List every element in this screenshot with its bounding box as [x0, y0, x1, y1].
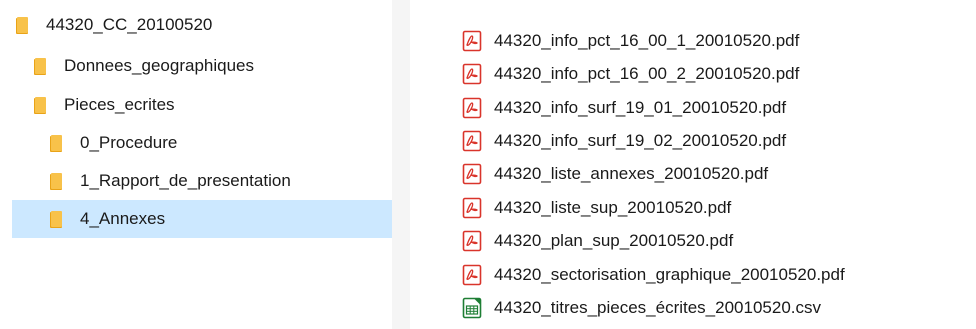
- file-name: 44320_titres_pieces_écrites_20010520.csv: [494, 298, 822, 317]
- pdf-file-icon: [462, 30, 482, 52]
- tree-item-label: 4_Annexes: [80, 209, 166, 228]
- file-row[interactable]: 44320_info_surf_19_01_20010520.pdf: [462, 92, 786, 124]
- file-row[interactable]: 44320_info_pct_16_00_2_20010520.pdf: [462, 58, 799, 90]
- file-name: 44320_info_pct_16_00_1_20010520.pdf: [494, 31, 800, 50]
- file-name: 44320_info_surf_19_01_20010520.pdf: [494, 98, 787, 117]
- pdf-file-icon: [462, 130, 482, 152]
- tree-item-label: Pieces_ecrites: [64, 95, 175, 114]
- file-name: 44320_liste_annexes_20010520.pdf: [494, 164, 769, 183]
- folder-icon: [48, 208, 64, 230]
- file-name: 44320_info_pct_16_00_2_20010520.pdf: [494, 64, 800, 83]
- file-row[interactable]: 44320_plan_sup_20010520.pdf: [462, 225, 733, 257]
- pdf-file-icon: [462, 97, 482, 119]
- folder-icon: [32, 94, 48, 116]
- tree-item-4-annexes[interactable]: 4_Annexes: [12, 200, 396, 238]
- tree-item-label: 44320_CC_20100520: [46, 15, 213, 34]
- pdf-file-icon: [462, 197, 482, 219]
- tree-item-label: 1_Rapport_de_presentation: [80, 171, 291, 190]
- pdf-file-icon: [462, 63, 482, 85]
- file-row[interactable]: 44320_sectorisation_graphique_20010520.p…: [462, 259, 845, 291]
- file-row[interactable]: 44320_liste_annexes_20010520.pdf: [462, 158, 768, 190]
- tree-item-donnees-geographiques[interactable]: Donnees_geographiques: [0, 47, 392, 85]
- navigation-pane: 44320_CC_20100520 Donnees_geographiques …: [0, 0, 396, 329]
- file-name: 44320_sectorisation_graphique_20010520.p…: [494, 265, 845, 284]
- file-name: 44320_plan_sup_20010520.pdf: [494, 231, 734, 250]
- file-row[interactable]: 44320_info_pct_16_00_1_20010520.pdf: [462, 25, 799, 57]
- pdf-file-icon: [462, 163, 482, 185]
- csv-file-icon: [462, 297, 482, 319]
- file-row[interactable]: 44320_titres_pieces_écrites_20010520.csv: [462, 292, 821, 324]
- file-row[interactable]: 44320_liste_sup_20010520.pdf: [462, 192, 731, 224]
- folder-icon: [32, 55, 48, 77]
- pane-splitter[interactable]: [392, 0, 410, 329]
- file-row[interactable]: 44320_info_surf_19_02_20010520.pdf: [462, 125, 786, 157]
- tree-item-44320-cc-20100520[interactable]: 44320_CC_20100520: [0, 6, 392, 44]
- pdf-file-icon: [462, 264, 482, 286]
- folder-icon: [48, 132, 64, 154]
- tree-item-label: 0_Procedure: [80, 133, 178, 152]
- folder-icon: [14, 14, 30, 36]
- file-name: 44320_info_surf_19_02_20010520.pdf: [494, 131, 787, 150]
- tree-item-pieces-ecrites[interactable]: Pieces_ecrites: [0, 86, 392, 124]
- file-name: 44320_liste_sup_20010520.pdf: [494, 198, 732, 217]
- pdf-file-icon: [462, 230, 482, 252]
- tree-item-1-rapport-de-presentation[interactable]: 1_Rapport_de_presentation: [0, 162, 392, 200]
- file-list: 44320_info_pct_16_00_1_20010520.pdf 4432…: [410, 0, 976, 329]
- tree-item-0-procedure[interactable]: 0_Procedure: [0, 124, 392, 162]
- file-explorer-window: 44320_CC_20100520 Donnees_geographiques …: [0, 0, 976, 329]
- folder-icon: [48, 170, 64, 192]
- tree-item-label: Donnees_geographiques: [64, 56, 254, 75]
